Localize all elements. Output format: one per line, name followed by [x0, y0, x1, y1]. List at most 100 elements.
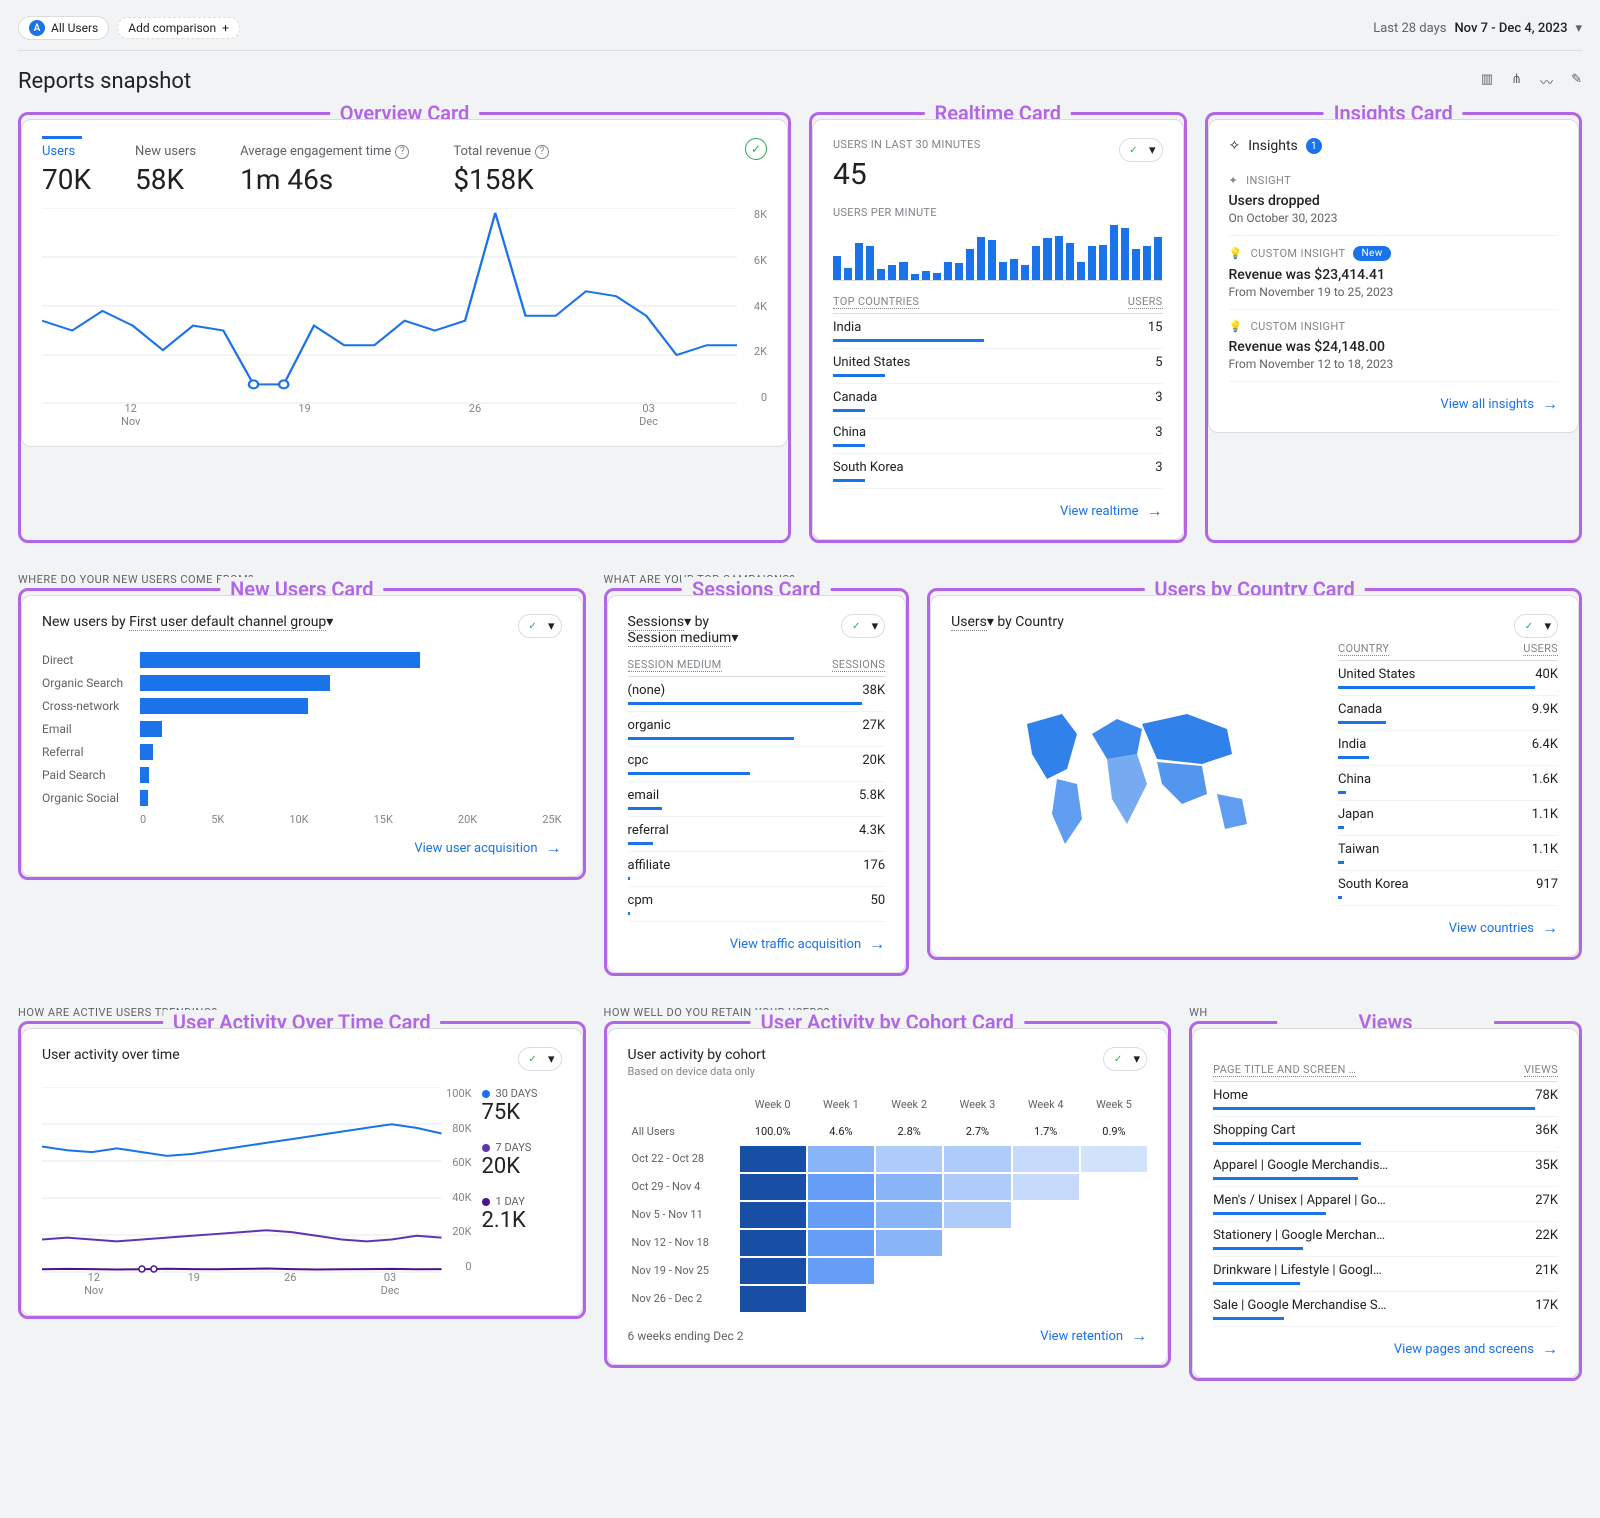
spark-bar: [922, 271, 930, 280]
insights-icon[interactable]: 〰: [1540, 72, 1553, 91]
insight-item[interactable]: 💡CUSTOM INSIGHTNewRevenue was $23,414.41…: [1229, 236, 1559, 310]
spark-bar: [1143, 246, 1151, 280]
table-row[interactable]: Stationery | Google Merchan…22K: [1213, 1222, 1558, 1257]
country-title[interactable]: Users▾ by Country: [951, 614, 1064, 630]
view-pages-link[interactable]: View pages and screens: [1213, 1339, 1558, 1359]
bar-row: Paid Search: [42, 767, 562, 783]
bar-row: Cross-network: [42, 698, 562, 714]
insight-item[interactable]: ✦INSIGHTUsers droppedOn October 30, 2023: [1229, 164, 1559, 236]
cohort-card: User activity by cohort Based on device …: [607, 1028, 1169, 1365]
chevron-down-icon: ▾: [548, 619, 555, 634]
table-row[interactable]: cpc20K: [628, 747, 886, 782]
table-row[interactable]: referral4.3K: [628, 817, 886, 852]
title-bar: Reports snapshot ▥ ⋔ 〰 ✎: [18, 69, 1582, 94]
table-row[interactable]: organic27K: [628, 712, 886, 747]
check-icon: ✓: [525, 1051, 541, 1067]
card-menu[interactable]: ✓▾: [518, 614, 562, 638]
bar-row: Organic Social: [42, 790, 562, 806]
metric-total-revenue[interactable]: Total revenue ?$158K: [453, 138, 549, 196]
table-row[interactable]: China1.6K: [1338, 766, 1558, 801]
new-users-card: New users by First user default channel …: [21, 595, 583, 877]
table-row[interactable]: Sale | Google Merchandise S…17K: [1213, 1292, 1558, 1327]
all-users-label: All Users: [51, 21, 98, 35]
overview-annotation: Overview Card Users70KNew users58KAverag…: [18, 112, 791, 543]
date-range-value: Nov 7 - Dec 4, 2023: [1454, 21, 1567, 36]
card-menu[interactable]: ✓▾: [841, 614, 885, 638]
spark-bar: [899, 262, 907, 280]
realtime-table-head: TOP COUNTRIESUSERS: [833, 295, 1163, 314]
table-row[interactable]: United States5: [833, 349, 1163, 384]
users-by-country-card: Users▾ by Country ✓▾: [930, 595, 1579, 957]
arrow-right-icon: [1131, 1326, 1147, 1346]
table-row[interactable]: Canada9.9K: [1338, 696, 1558, 731]
cohort-footer: 6 weeks ending Dec 2: [628, 1329, 744, 1343]
metric-new-users[interactable]: New users58K: [135, 138, 196, 196]
table-row[interactable]: China3: [833, 419, 1163, 454]
view-realtime-link[interactable]: View realtime: [833, 501, 1163, 521]
chevron-down-icon: ▾: [548, 1052, 555, 1067]
arrow-right-icon: [1542, 394, 1558, 414]
share-icon[interactable]: ⋔: [1511, 72, 1522, 91]
page-title: Reports snapshot: [18, 69, 191, 94]
card-menu[interactable]: ✓▾: [1514, 614, 1558, 638]
table-row[interactable]: email5.8K: [628, 782, 886, 817]
table-row[interactable]: cpm50: [628, 887, 886, 922]
spark-bar: [944, 262, 952, 280]
spark-bar: [1110, 225, 1118, 280]
table-row[interactable]: Home78K: [1213, 1082, 1558, 1117]
view-all-insights-link[interactable]: View all insights: [1229, 394, 1559, 414]
pencil-icon[interactable]: ✎: [1571, 72, 1582, 91]
sessions-title[interactable]: Sessions▾ bySession medium▾: [628, 614, 739, 646]
table-row[interactable]: United States40K: [1338, 661, 1558, 696]
new-users-title[interactable]: New users by First user default channel …: [42, 614, 333, 630]
bar-row: Email: [42, 721, 562, 737]
views-card: PAGE TITLE AND SCREEN …VIEWS Home78KShop…: [1192, 1028, 1579, 1378]
table-row[interactable]: Shopping Cart36K: [1213, 1117, 1558, 1152]
table-row[interactable]: India15: [833, 314, 1163, 349]
table-row[interactable]: Drinkware | Lifestyle | Googl…21K: [1213, 1257, 1558, 1292]
spark-bar: [1154, 237, 1162, 280]
card-menu[interactable]: ✓▾: [518, 1047, 562, 1071]
spark-bar: [1043, 238, 1051, 280]
table-row[interactable]: affiliate176: [628, 852, 886, 887]
overview-x-axis: 12Nov192603Dec: [42, 402, 737, 428]
card-menu[interactable]: ✓▾: [1119, 138, 1163, 162]
check-icon[interactable]: ✓: [745, 138, 767, 160]
view-user-acquisition-link[interactable]: View user acquisition: [42, 838, 562, 858]
date-range-picker[interactable]: Last 28 days Nov 7 - Dec 4, 2023 ▾: [1373, 21, 1582, 36]
table-row[interactable]: Japan1.1K: [1338, 801, 1558, 836]
view-traffic-acquisition-link[interactable]: View traffic acquisition: [628, 934, 886, 954]
all-users-chip[interactable]: AAll Users: [18, 16, 109, 40]
chevron-down-icon: ▾: [1149, 143, 1156, 158]
overview-y-axis: 8K6K4K2K0: [737, 208, 767, 404]
table-row[interactable]: South Korea917: [1338, 871, 1558, 906]
view-retention-link[interactable]: View retention: [1040, 1326, 1147, 1346]
spark-bar: [977, 237, 985, 280]
insights-title: Insights: [1248, 138, 1298, 154]
check-icon: ✓: [1110, 1051, 1126, 1067]
table-row[interactable]: India6.4K: [1338, 731, 1558, 766]
card-menu[interactable]: ✓▾: [1103, 1047, 1147, 1071]
overview-metrics: Users70K New users58K Average engagement t…: [42, 138, 549, 196]
table-row[interactable]: Canada3: [833, 384, 1163, 419]
metric-average-engagement-time[interactable]: Average engagement time ?1m 46s: [240, 138, 409, 196]
check-icon: ✓: [1521, 618, 1537, 634]
spark-bar: [1055, 236, 1063, 280]
table-row[interactable]: (none)38K: [628, 677, 886, 712]
table-row[interactable]: Men's / Unisex | Apparel | Go…27K: [1213, 1187, 1558, 1222]
add-comparison-chip[interactable]: Add comparison+: [117, 17, 240, 39]
realtime-rows: India15United States5Canada3China3South …: [833, 314, 1163, 489]
spark-bar: [966, 249, 974, 280]
table-row[interactable]: Apparel | Google Merchandis…35K: [1213, 1152, 1558, 1187]
customize-icon[interactable]: ▥: [1481, 72, 1493, 91]
chevron-down-icon: ▾: [1134, 1052, 1141, 1067]
bar-row: Organic Search: [42, 675, 562, 691]
insight-item[interactable]: 💡CUSTOM INSIGHTRevenue was $24,148.00Fro…: [1229, 310, 1559, 382]
spark-bar: [1010, 259, 1018, 280]
table-row[interactable]: South Korea3: [833, 454, 1163, 489]
view-countries-link[interactable]: View countries: [951, 918, 1558, 938]
country-rows: United States40KCanada9.9KIndia6.4KChina…: [1338, 661, 1558, 906]
table-row[interactable]: Taiwan1.1K: [1338, 836, 1558, 871]
metric-users[interactable]: Users70K: [42, 138, 91, 196]
realtime-title: USERS IN LAST 30 MINUTES: [833, 138, 981, 151]
